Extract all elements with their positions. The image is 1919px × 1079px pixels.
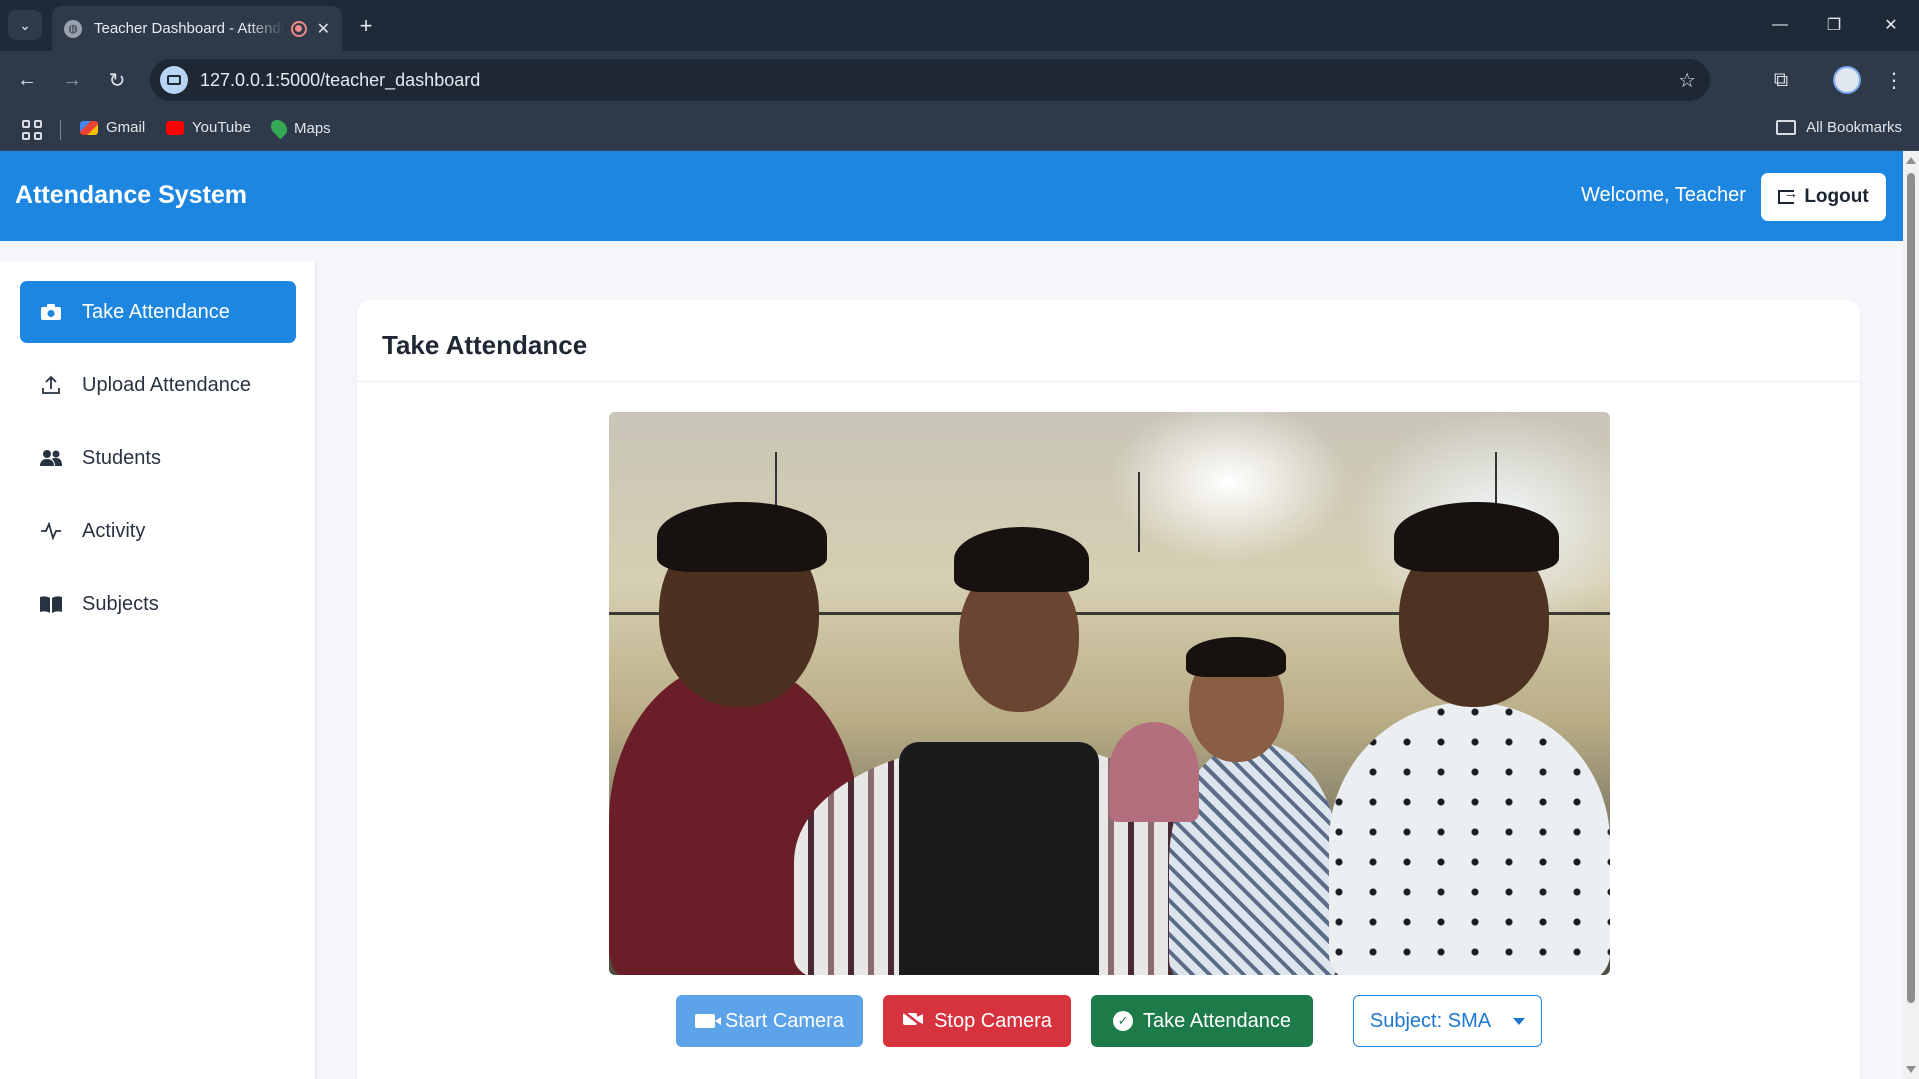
browser-menu-icon[interactable]: ⋮: [1884, 65, 1904, 95]
all-bookmarks-label: All Bookmarks: [1806, 119, 1902, 136]
bookmark-star-icon[interactable]: ☆: [1678, 68, 1696, 93]
reload-icon[interactable]: ↻: [100, 63, 134, 97]
video-camera-icon: [695, 1014, 722, 1028]
tab-title: Teacher Dashboard - Attendance System: [94, 20, 285, 37]
sidebar-item-label: Students: [82, 446, 161, 469]
scrollbar-thumb[interactable]: [1907, 173, 1915, 1003]
bookmark-label: Maps: [294, 119, 331, 137]
new-tab-button[interactable]: +: [352, 12, 380, 40]
person-hair: [1186, 637, 1286, 677]
globe-icon: ◍: [64, 19, 82, 38]
welcome-text: Welcome, Teacher: [1581, 184, 1746, 206]
start-camera-button[interactable]: Start Camera: [676, 995, 863, 1047]
backpack-strap: [899, 742, 1099, 975]
bookmarks-bar: Gmail YouTube Maps All Bookmarks: [0, 108, 1919, 151]
take-attendance-button[interactable]: ✓ Take Attendance: [1091, 995, 1313, 1047]
camera-icon: [40, 301, 62, 323]
sidebar-item-label: Take Attendance: [82, 300, 230, 323]
site-info-icon[interactable]: [160, 66, 188, 94]
logout-label: Logout: [1804, 186, 1869, 207]
scroll-up-icon[interactable]: [1906, 157, 1916, 164]
close-window-button[interactable]: ✕: [1873, 10, 1909, 40]
logout-icon: [1778, 185, 1798, 204]
button-label: Take Attendance: [1143, 1009, 1291, 1032]
bookmark-label: YouTube: [192, 119, 251, 136]
apps-grid-icon[interactable]: [22, 120, 42, 140]
book-icon: [40, 593, 62, 615]
bookmarks-divider: [60, 120, 61, 140]
button-label: Stop Camera: [934, 1009, 1052, 1032]
bookmark-gmail[interactable]: Gmail: [80, 119, 145, 136]
upload-icon: [40, 374, 62, 396]
bookmark-maps[interactable]: Maps: [267, 116, 331, 140]
page-scrollbar[interactable]: [1903, 151, 1919, 1079]
person-hair: [954, 527, 1089, 592]
bookmark-label: Gmail: [106, 119, 146, 136]
sidebar-item-upload-attendance[interactable]: Upload Attendance: [20, 354, 296, 416]
youtube-icon: [166, 120, 184, 135]
subject-dropdown[interactable]: Subject: SMA: [1353, 995, 1542, 1047]
button-label: Start Camera: [725, 1009, 844, 1032]
chevron-down-icon: ⌄: [19, 16, 31, 33]
sidebar-item-take-attendance[interactable]: Take Attendance: [20, 281, 296, 343]
check-circle-icon: ✓: [1113, 1011, 1134, 1031]
browser-tab-bar: ⌄ ◍ Teacher Dashboard - Attendance Syste…: [0, 0, 1919, 51]
sidebar-item-subjects[interactable]: Subjects: [20, 573, 296, 635]
logout-button[interactable]: Logout: [1761, 173, 1886, 221]
profile-avatar[interactable]: [1833, 66, 1861, 94]
minimize-button[interactable]: —: [1762, 10, 1798, 40]
caret-down-icon: [1513, 1017, 1526, 1025]
stop-camera-button[interactable]: Stop Camera: [883, 995, 1071, 1047]
card-title: Take Attendance: [382, 330, 588, 360]
tab-search-button[interactable]: ⌄: [8, 10, 42, 40]
card-divider: [357, 381, 1860, 382]
sidebar: Take Attendance Upload Attendance Studen…: [0, 261, 316, 1079]
gmail-icon: [80, 120, 98, 135]
person-hair: [1394, 502, 1559, 572]
browser-toolbar: ← → ↻ 127.0.0.1:5000/teacher_dashboard ☆…: [0, 51, 1919, 108]
sidebar-item-students[interactable]: Students: [20, 427, 296, 489]
scroll-down-icon[interactable]: [1906, 1066, 1916, 1073]
browser-tab[interactable]: ◍ Teacher Dashboard - Attendance System …: [52, 6, 342, 51]
restore-button[interactable]: ❐: [1816, 10, 1852, 40]
bookmark-youtube[interactable]: YouTube: [166, 119, 251, 136]
recording-icon: [290, 20, 307, 37]
video-off-icon: [902, 1010, 924, 1033]
back-icon[interactable]: ←: [10, 63, 44, 97]
app-brand[interactable]: Attendance System: [15, 181, 247, 210]
folder-icon: [1776, 120, 1797, 135]
maps-pin-icon: [267, 116, 291, 140]
close-tab-icon[interactable]: ✕: [317, 19, 330, 39]
sidebar-item-label: Activity: [82, 519, 146, 542]
sidebar-item-label: Subjects: [82, 592, 159, 615]
person: [1109, 722, 1199, 822]
person-hair: [657, 502, 827, 572]
url-text: 127.0.0.1:5000/teacher_dashboard: [200, 69, 481, 90]
sidebar-item-activity[interactable]: Activity: [20, 500, 296, 562]
app-header: Attendance System Welcome, Teacher Logou…: [0, 151, 1903, 241]
activity-icon: [40, 520, 62, 542]
all-bookmarks-button[interactable]: All Bookmarks: [1776, 119, 1902, 136]
subject-label: Subject: SMA: [1369, 1009, 1492, 1032]
users-icon: [40, 447, 62, 469]
ceiling-fan-rod: [775, 452, 777, 512]
address-bar[interactable]: 127.0.0.1:5000/teacher_dashboard ☆: [150, 59, 1710, 101]
ceiling-fan-rod: [1138, 472, 1140, 552]
person: [1329, 702, 1610, 975]
extensions-icon[interactable]: ⧉: [1766, 65, 1796, 95]
sidebar-item-label: Upload Attendance: [82, 373, 252, 396]
forward-icon[interactable]: →: [55, 63, 89, 97]
camera-feed: [609, 412, 1610, 975]
